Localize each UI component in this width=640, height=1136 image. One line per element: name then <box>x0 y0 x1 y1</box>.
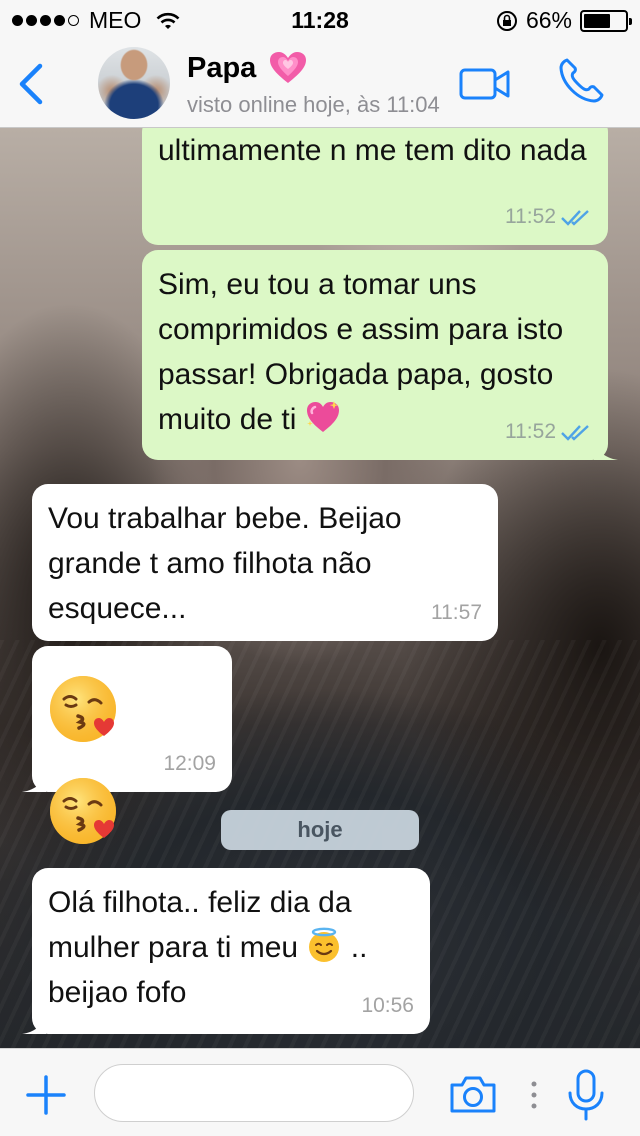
bubble-tail <box>22 1012 46 1034</box>
sparkling-heart-icon <box>306 401 339 432</box>
growing-heart-icon <box>270 52 306 83</box>
kissing-heart-face-icon <box>50 778 116 844</box>
message-text: Vou trabalhar bebe. Beijao grande t amo … <box>48 502 402 625</box>
message-time: 10:56 <box>361 994 414 1017</box>
message-meta: 11:52 <box>505 194 592 239</box>
contact-name[interactable]: Papa <box>187 52 256 85</box>
message-bubble-incoming[interactable]: Olá filhota.. feliz dia da mulher para t… <box>22 868 430 1034</box>
chat-header: Papa visto online hoje, às 11:04 <box>0 40 640 128</box>
plus-icon[interactable] <box>26 1075 66 1115</box>
read-ticks-icon <box>561 209 589 226</box>
message-list: ultimamente n me tem dito nada 11:52 Sim… <box>0 128 640 1048</box>
more-dots-icon[interactable] <box>531 1081 537 1109</box>
smiling-face-with-halo-icon <box>309 927 340 962</box>
message-text: Olá filhota.. feliz dia da mulher para t… <box>48 886 368 1009</box>
camera-icon[interactable] <box>448 1073 498 1115</box>
bubble-tail <box>22 770 46 792</box>
message-meta: 10:56 <box>361 983 414 1028</box>
contact-last-seen: visto online hoje, às 11:04 <box>187 92 440 117</box>
message-bubble-incoming[interactable]: Vou trabalhar bebe. Beijao grande t amo … <box>32 484 498 641</box>
battery-level <box>584 13 611 28</box>
phone-icon[interactable] <box>556 56 606 106</box>
battery-icon <box>580 9 632 32</box>
status-right: 66% <box>496 7 632 34</box>
message-time: 11:52 <box>505 420 556 443</box>
kissing-heart-face-icon <box>50 676 116 742</box>
rotation-lock-icon <box>496 10 517 31</box>
message-bubble-outgoing[interactable]: Sim, eu tou a tomar uns comprimidos e as… <box>142 250 618 460</box>
video-call-icon[interactable] <box>459 66 511 102</box>
message-text: ultimamente n me tem dito nada <box>158 134 587 167</box>
back-chevron-icon[interactable] <box>14 62 48 106</box>
status-bar: MEO 11:28 66% <box>0 0 640 40</box>
battery-percent: 66% <box>525 7 572 33</box>
message-time: 11:52 <box>505 205 556 228</box>
message-meta: 11:57 <box>431 590 482 635</box>
read-ticks-icon <box>561 424 589 441</box>
microphone-icon[interactable] <box>566 1069 606 1121</box>
message-meta: 12:09 <box>163 741 216 786</box>
date-separator: hoje <box>221 810 419 850</box>
message-time: 12:09 <box>163 752 216 775</box>
message-bubble-incoming[interactable]: 12:09 <box>22 646 232 844</box>
message-input[interactable] <box>94 1064 414 1122</box>
message-time: 11:57 <box>431 601 482 624</box>
message-bubble-outgoing[interactable]: ultimamente n me tem dito nada 11:52 <box>142 128 608 245</box>
bubble-tail <box>594 438 618 460</box>
message-meta: 11:52 <box>505 409 592 454</box>
input-bar <box>0 1048 640 1136</box>
contact-avatar[interactable] <box>98 47 170 119</box>
